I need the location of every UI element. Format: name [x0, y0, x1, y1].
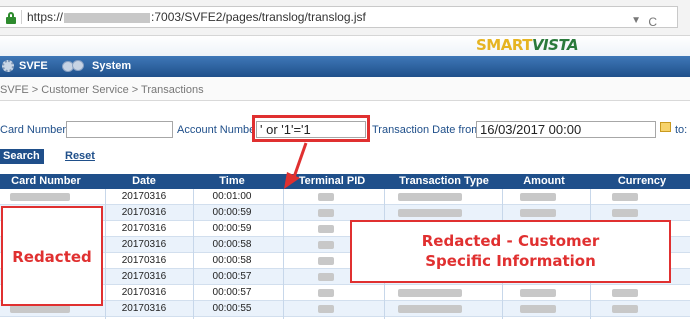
redacted-card-numbers-callout: Redacted [1, 206, 103, 306]
redacted-customer-info-callout: Redacted - Customer Specific Information [350, 220, 671, 283]
